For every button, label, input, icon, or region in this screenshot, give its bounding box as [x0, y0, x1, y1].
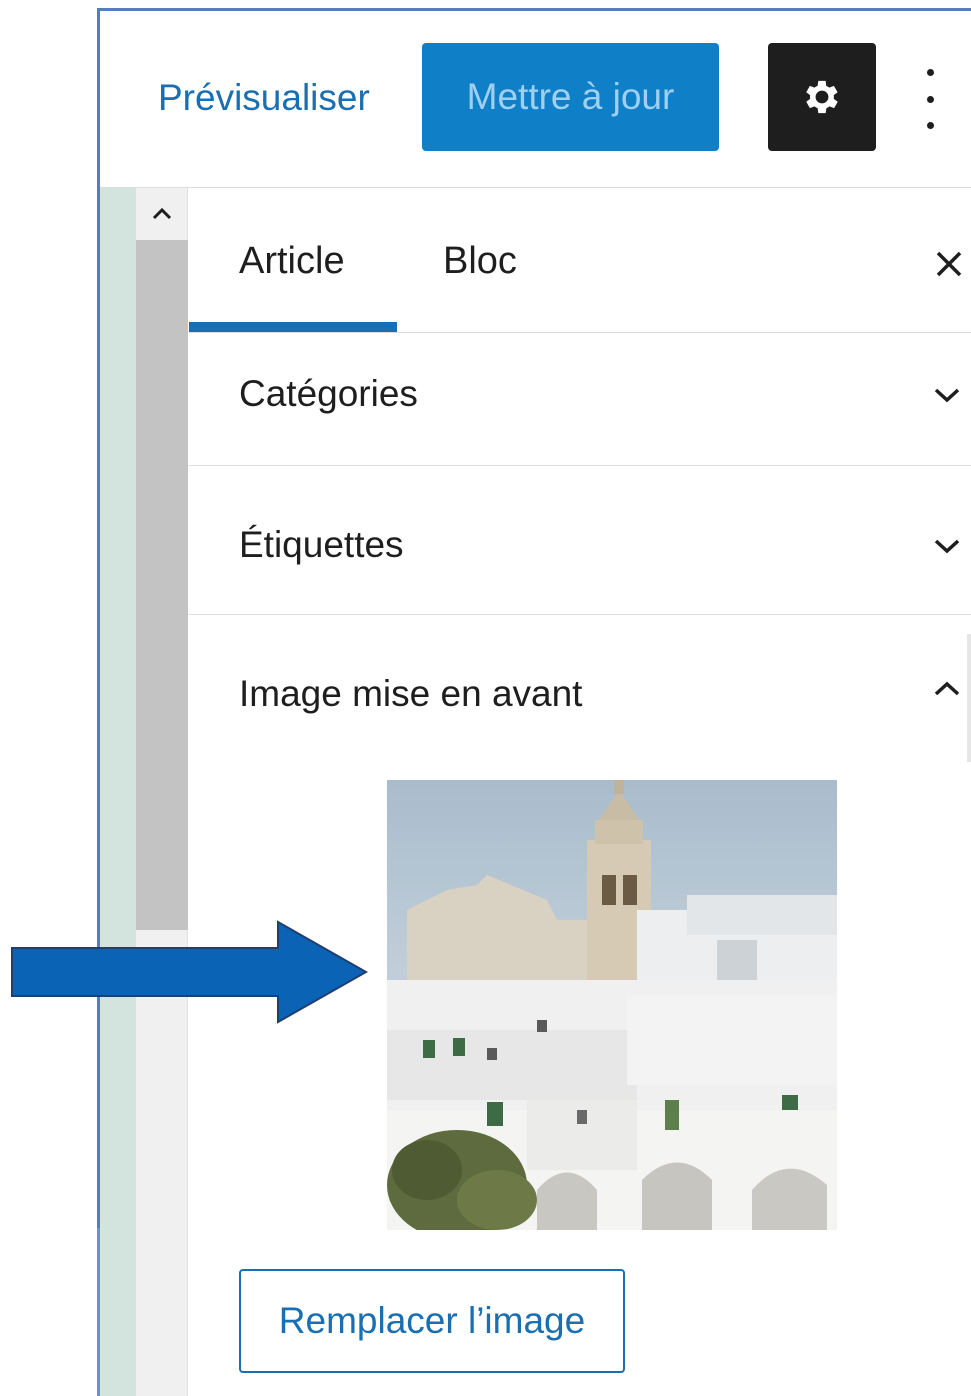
gear-icon [806, 80, 838, 114]
editor-canvas-edge [100, 188, 136, 1396]
sidebar-tabs: Article Bloc [189, 188, 971, 333]
chevron-down-icon [929, 528, 965, 564]
settings-sidebar: Article Bloc Catégories Étiquettes Image… [189, 188, 971, 1396]
panel-title-featured-image[interactable]: Image mise en avant [239, 673, 582, 715]
tab-article[interactable]: Article [239, 240, 345, 283]
featured-image-thumbnail[interactable] [387, 780, 837, 1230]
chevron-up-icon [152, 207, 172, 220]
panel-tags[interactable]: Étiquettes [189, 466, 971, 615]
scroll-up-button[interactable] [136, 188, 188, 240]
arrow-right-icon [11, 920, 369, 1024]
scrollbar-thumb[interactable] [136, 240, 188, 930]
active-tab-indicator [189, 322, 397, 332]
update-button[interactable]: Mettre à jour [422, 43, 719, 151]
panel-title-tags: Étiquettes [239, 524, 404, 565]
preview-link[interactable]: Prévisualiser [158, 77, 370, 119]
tab-bloc[interactable]: Bloc [443, 240, 517, 283]
chevron-up-icon[interactable] [929, 671, 965, 707]
town-photo [387, 780, 837, 1230]
panel-scroll-edge [967, 634, 971, 762]
replace-image-button[interactable]: Remplacer l’image [239, 1269, 625, 1373]
close-sidebar-button[interactable] [929, 244, 969, 284]
more-options-button[interactable] [910, 69, 950, 129]
panel-title-categories: Catégories [239, 373, 418, 414]
settings-button[interactable] [768, 43, 876, 151]
close-icon [936, 251, 962, 277]
panel-categories[interactable]: Catégories [189, 333, 971, 466]
chevron-down-icon [929, 377, 965, 413]
sidebar-scrollbar[interactable] [136, 188, 188, 1396]
vertical-ellipsis-icon [926, 69, 934, 76]
editor-header: Prévisualiser Mettre à jour [100, 11, 971, 188]
